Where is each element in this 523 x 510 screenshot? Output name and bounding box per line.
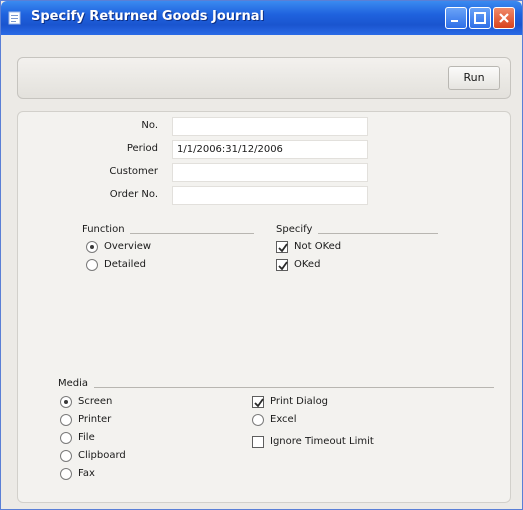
not-oked-checkbox[interactable] — [276, 241, 288, 253]
function-group-label: Function — [82, 224, 125, 235]
excel-label: Excel — [270, 414, 297, 425]
detailed-label: Detailed — [104, 259, 146, 270]
title-bar[interactable]: Specify Returned Goods Journal — [1, 1, 522, 35]
checkmark-icon — [278, 243, 288, 253]
run-button[interactable]: Run — [448, 66, 500, 90]
fax-label: Fax — [78, 468, 95, 479]
excel-radio[interactable] — [252, 414, 264, 426]
function-group-divider — [130, 233, 254, 234]
close-button[interactable] — [493, 7, 515, 29]
ignore-timeout-checkbox[interactable] — [252, 436, 264, 448]
specify-group-divider — [318, 233, 438, 234]
checkmark-icon — [254, 398, 264, 408]
button-bar: Run — [17, 57, 511, 99]
no-label: No. — [141, 120, 158, 131]
customer-label: Customer — [109, 166, 158, 177]
app-icon — [7, 10, 23, 26]
file-label: File — [78, 432, 95, 443]
oked-checkbox[interactable] — [276, 259, 288, 271]
minimize-button[interactable] — [445, 7, 467, 29]
not-oked-label: Not OKed — [294, 241, 342, 252]
printer-label: Printer — [78, 414, 112, 425]
fax-radio[interactable] — [60, 468, 72, 480]
print-dialog-label: Print Dialog — [270, 396, 329, 407]
overview-label: Overview — [104, 241, 152, 252]
order-no-field[interactable] — [172, 186, 368, 205]
file-radio[interactable] — [60, 432, 72, 444]
media-group-label: Media — [58, 378, 89, 389]
clipboard-radio[interactable] — [60, 450, 72, 462]
maximize-button[interactable] — [469, 7, 491, 29]
detailed-radio[interactable] — [86, 259, 98, 271]
window: Specify Returned Goods Journal Run No. P… — [0, 0, 523, 510]
window-title: Specify Returned Goods Journal — [31, 9, 264, 24]
clipboard-label: Clipboard — [78, 450, 126, 461]
media-group-divider — [94, 387, 494, 388]
period-field[interactable]: 1/1/2006:31/12/2006 — [172, 140, 368, 159]
oked-label: OKed — [294, 259, 321, 270]
print-dialog-checkbox[interactable] — [252, 396, 264, 408]
printer-radio[interactable] — [60, 414, 72, 426]
period-label: Period — [126, 143, 158, 154]
customer-field[interactable] — [172, 163, 368, 182]
window-content: Run No. Period 1/1/2006:31/12/2006 Custo… — [5, 35, 518, 507]
ignore-timeout-label: Ignore Timeout Limit — [270, 436, 374, 447]
order-no-label: Order No. — [109, 189, 158, 200]
specify-group-label: Specify — [276, 224, 313, 235]
no-field[interactable] — [172, 117, 368, 136]
specification-panel: No. Period 1/1/2006:31/12/2006 Customer … — [17, 111, 511, 503]
screen-label: Screen — [78, 396, 113, 407]
checkmark-icon — [278, 261, 288, 271]
overview-radio[interactable] — [86, 241, 98, 253]
screen-radio[interactable] — [60, 396, 72, 408]
